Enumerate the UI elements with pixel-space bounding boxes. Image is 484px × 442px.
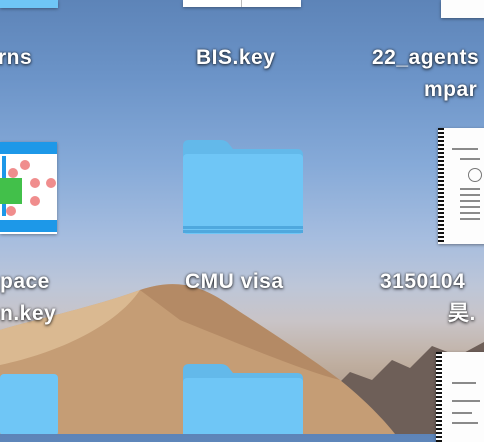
desktop-item-label: pace xyxy=(0,270,50,293)
keynote-file-icon xyxy=(183,0,301,7)
desktop-item-cmu-visa[interactable]: CMU visa xyxy=(170,130,312,300)
document-icon xyxy=(441,0,484,18)
desktop-item-bis-key[interactable]: BIS.key xyxy=(170,0,312,80)
keynote-file-icon xyxy=(0,0,58,8)
desktop-item-22-agents[interactable]: 22_agents mpar xyxy=(360,0,484,110)
desktop-item-3150104-pdf[interactable]: 3150104 昊. xyxy=(370,122,484,334)
desktop-item-folder-partial-left[interactable] xyxy=(0,370,60,434)
desktop-item-keynote-partial[interactable]: rns xyxy=(0,0,60,80)
folder-icon xyxy=(183,364,303,434)
desktop-item-label: CMU visa xyxy=(185,270,284,293)
keynote-thumbnail-icon xyxy=(0,142,57,234)
desktop-item-label-line2: n.key xyxy=(0,302,57,325)
folder-icon xyxy=(0,374,58,434)
desktop-item-label-line2: mpar xyxy=(424,78,478,101)
desktop-item-label: rns xyxy=(0,46,33,69)
desktop-item-label-line2: 昊. xyxy=(448,302,476,325)
desktop-item-folder-partial-middle[interactable] xyxy=(183,364,303,434)
desktop-item-label: 22_agents xyxy=(372,46,480,69)
pdf-document-icon xyxy=(438,128,484,244)
desktop-item-pdf-partial-right[interactable] xyxy=(432,352,484,442)
folder-icon xyxy=(183,140,303,234)
pdf-document-icon xyxy=(436,352,484,442)
desktop-item-label: 3150104 xyxy=(380,270,466,293)
desktop-item-space-keynote[interactable]: pace n.key xyxy=(0,140,70,330)
desktop-item-label: BIS.key xyxy=(196,46,276,69)
